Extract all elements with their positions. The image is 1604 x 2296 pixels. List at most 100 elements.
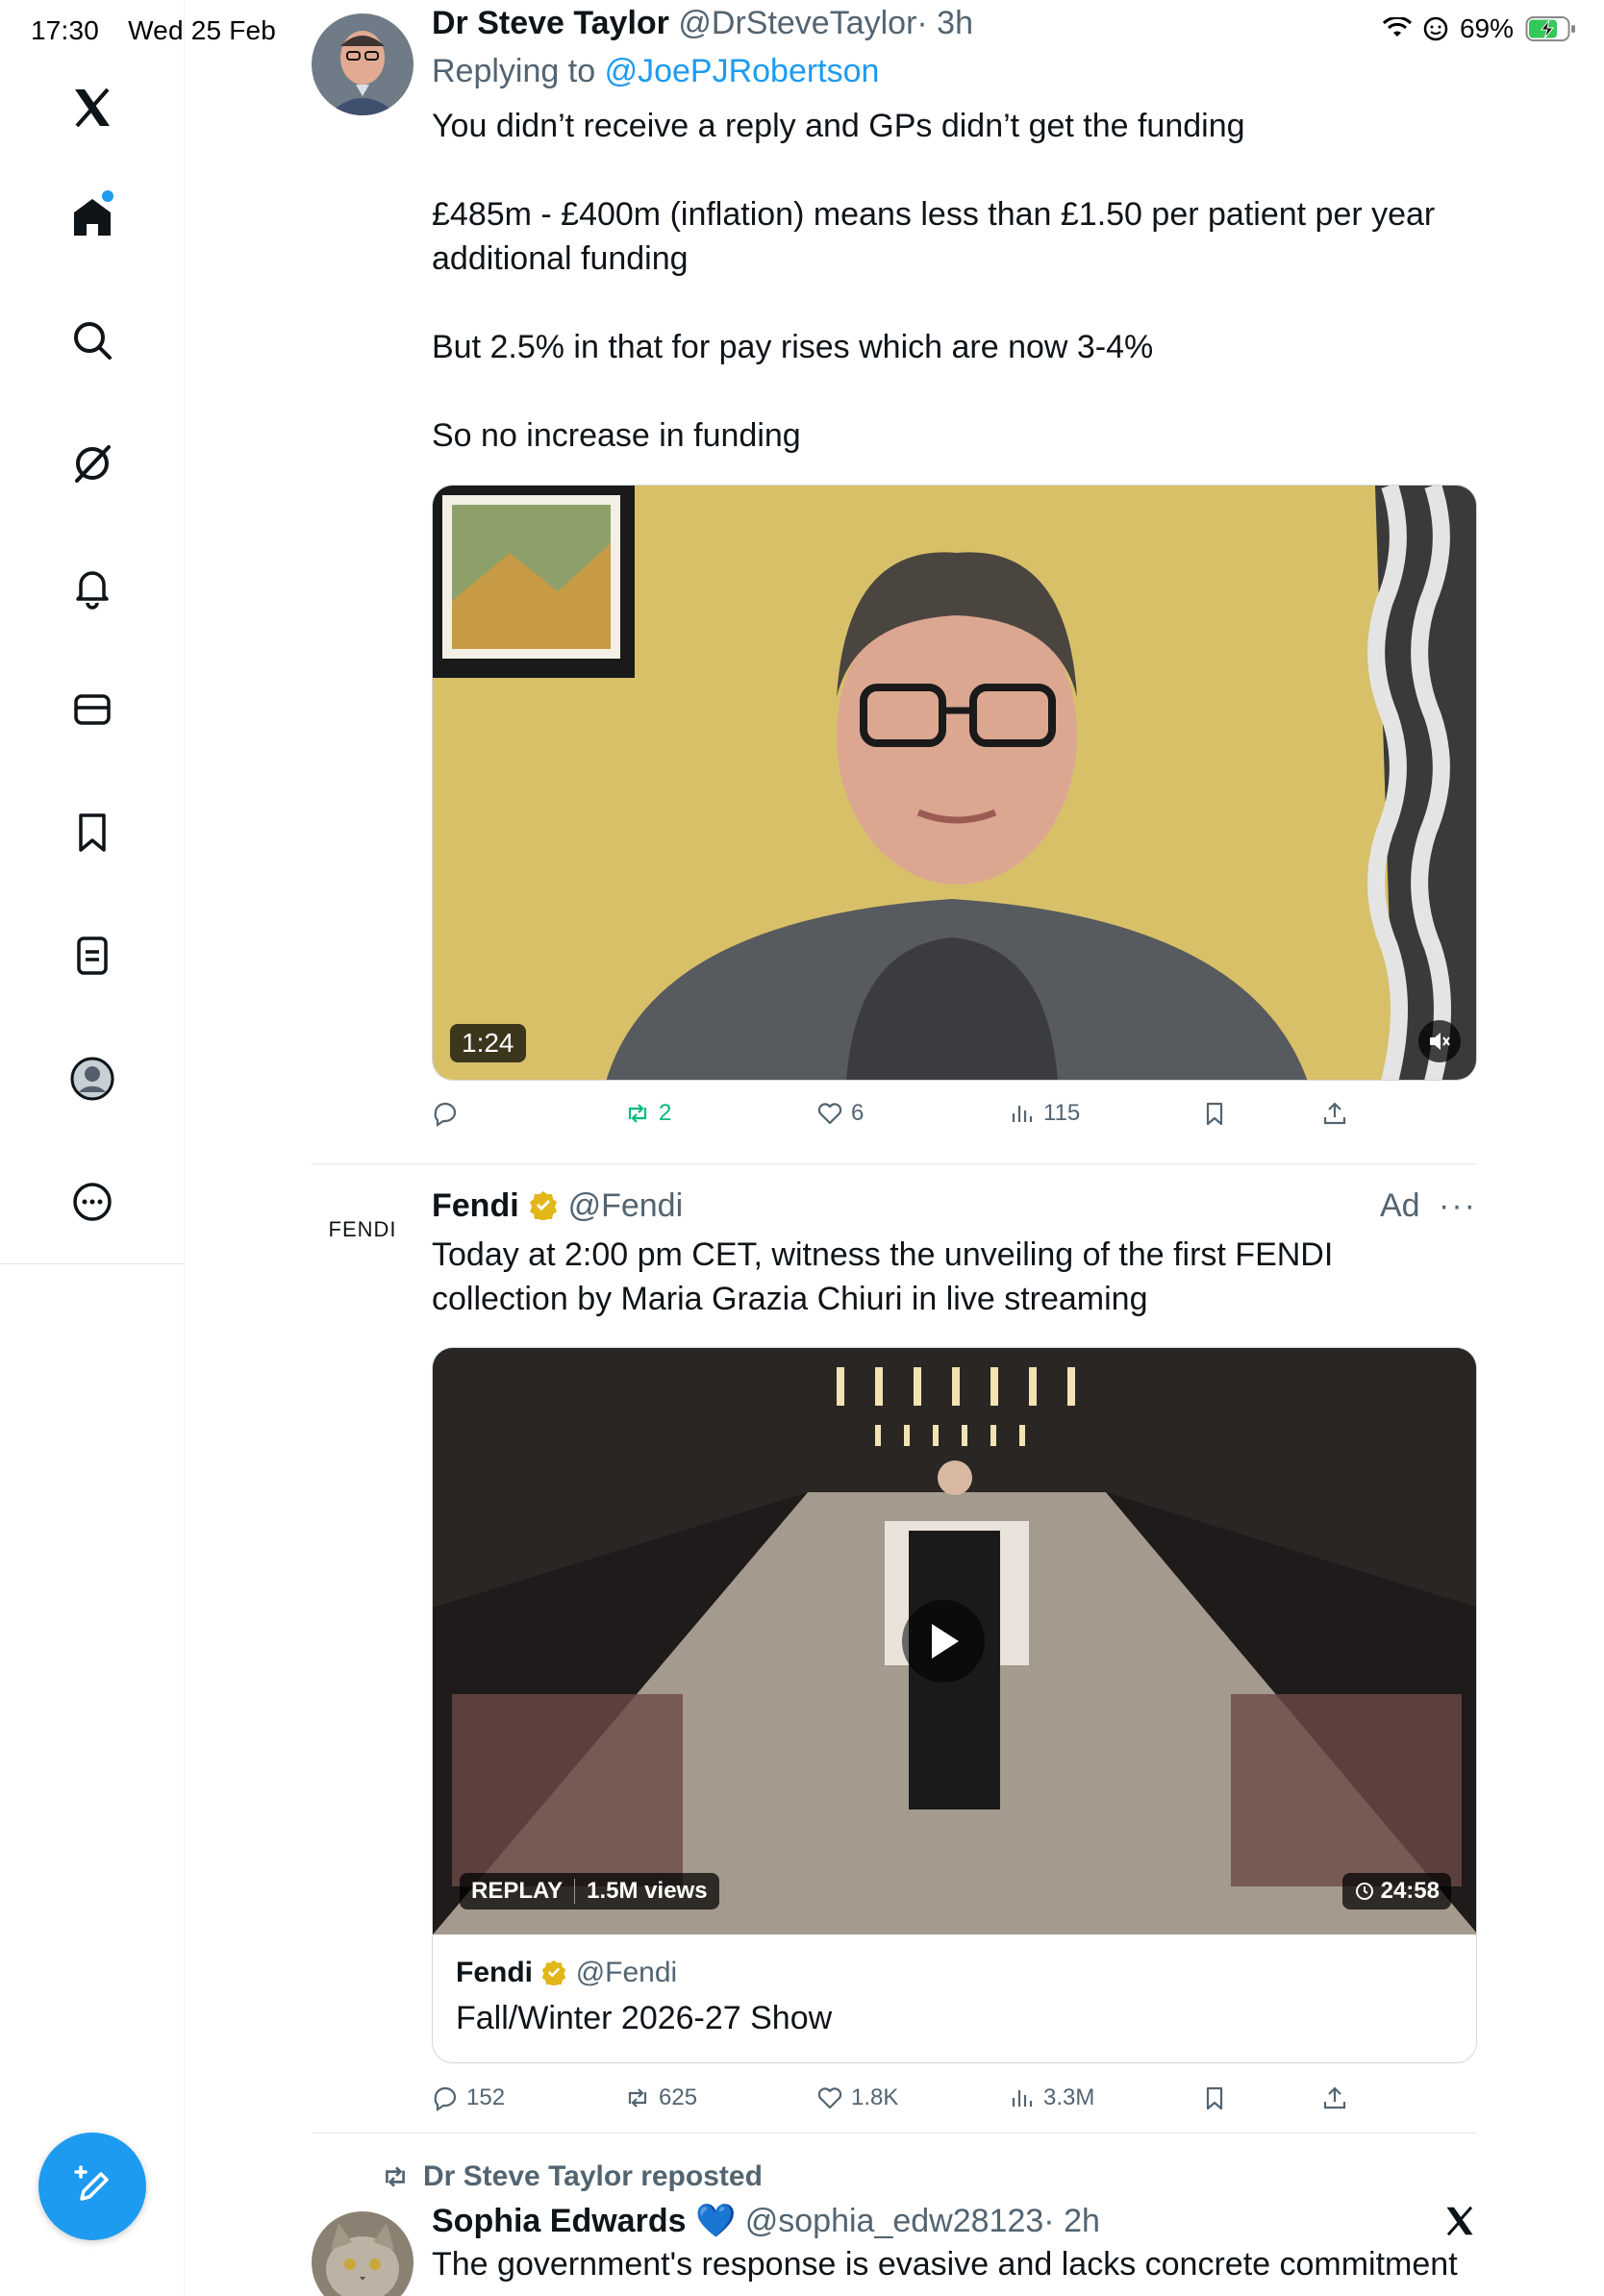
replay-badge: REPLAY 1.5M views (460, 1873, 719, 1909)
sidebar-item-lists[interactable] (54, 917, 131, 994)
replay-views: 1.5M views (587, 1878, 708, 1904)
sidebar-item-profile[interactable] (54, 1040, 131, 1117)
view-count: 3.3M (1043, 2084, 1095, 2110)
card-header: Fendi @Fendi (456, 1954, 1453, 1992)
tweet-text: The government's response is evasive and… (432, 2246, 1458, 2283)
tweet-text: You didn’t receive a reply and GPs didn’… (432, 104, 1477, 458)
avatar-photo (312, 13, 414, 115)
replying-prefix: Replying to (432, 53, 596, 89)
x-logo-icon[interactable] (54, 69, 131, 146)
sidebar-divider (0, 1263, 185, 1264)
replying-to-link[interactable]: @JoePJRobertson (605, 53, 880, 89)
search-icon (74, 322, 112, 360)
tweet-actions: 152 625 1.8K 3.3M (432, 2084, 1477, 2142)
compose-button[interactable] (38, 2133, 146, 2240)
profile-icon (70, 1057, 114, 1101)
tweet-paragraph: So no increase in funding (432, 417, 801, 454)
sidebar-item-home[interactable] (54, 179, 131, 256)
reply-button[interactable]: 152 (432, 2084, 505, 2111)
sidebar-item-bookmarks[interactable] (54, 794, 131, 871)
video-player[interactable]: REPLAY 1.5M views 24:58 (433, 1348, 1476, 1934)
tweet-time[interactable]: · 3h (916, 5, 973, 41)
repost-count: 625 (659, 2084, 698, 2110)
bookmark-icon (79, 813, 106, 852)
play-icon (932, 1624, 959, 1659)
card-footer[interactable]: Fendi @Fendi Fall/Winter 2026-27 Show (433, 1934, 1476, 2040)
bookmark-button[interactable] (1201, 2084, 1228, 2111)
bookmark-button[interactable] (1201, 1100, 1228, 1127)
reply-button[interactable] (432, 1100, 466, 1127)
author-handle[interactable]: @Fendi (568, 1187, 684, 1224)
view-count: 115 (1043, 1100, 1081, 1126)
tweet-paragraph: £485m - £400m (inflation) means less tha… (432, 196, 1436, 277)
bell-icon (76, 571, 109, 610)
like-count: 1.8K (851, 2084, 899, 2110)
lists-icon (77, 936, 108, 975)
more-icon (73, 1183, 112, 1221)
history-icon (1355, 1883, 1373, 1900)
reply-icon (434, 1102, 457, 1127)
sidebar-item-search[interactable] (54, 302, 131, 379)
sidebar (0, 0, 185, 2296)
video-thumbnail (433, 486, 1476, 1080)
bookmark-icon (1206, 1102, 1223, 1126)
replying-to: Replying to @JoePJRobertson (432, 50, 1477, 92)
heart-icon (817, 1103, 842, 1125)
share-icon (1323, 1102, 1346, 1125)
tweet-time[interactable]: · 2h (1043, 2203, 1100, 2239)
more-options-icon[interactable]: ··· (1439, 1187, 1477, 1224)
tweet-paragraph: But 2.5% in that for pay rises which are… (432, 329, 1154, 365)
repost-button[interactable]: 2 (624, 1100, 671, 1127)
heart-icon (817, 2087, 842, 2109)
avatar[interactable] (312, 13, 414, 115)
ad-label-group: Ad ··· (1380, 1185, 1477, 1227)
views-button[interactable]: 3.3M (1009, 2084, 1094, 2111)
sidebar-item-grok[interactable] (54, 425, 131, 502)
avatar[interactable]: FENDI (312, 1179, 414, 1281)
repost-count: 2 (659, 1100, 672, 1126)
verified-gold-icon (530, 1191, 558, 1220)
share-button[interactable] (1321, 2084, 1348, 2111)
sidebar-item-notifications[interactable] (54, 548, 131, 625)
play-button[interactable] (902, 1600, 985, 1683)
compose-icon (74, 2165, 109, 2201)
mute-button[interactable] (1418, 1020, 1461, 1062)
sidebar-item-more[interactable] (54, 1163, 131, 1240)
views-button[interactable]: 115 (1009, 1100, 1080, 1127)
repost-label[interactable]: Dr Steve Taylor reposted (423, 2158, 763, 2196)
battery-charging-icon (1525, 16, 1575, 41)
duration-badge: 24:58 (1341, 1873, 1451, 1909)
repost-icon (628, 1104, 647, 1123)
card-title: Fall/Winter 2026-27 Show (456, 2000, 833, 2036)
reply-icon (434, 2086, 457, 2111)
like-count: 6 (851, 1100, 865, 1126)
author-handle[interactable]: @sophia_edw28123 (745, 2203, 1044, 2239)
author-name[interactable]: Sophia Edwards (432, 2203, 687, 2239)
video-duration: 24:58 (1380, 1878, 1440, 1904)
like-button[interactable]: 1.8K (816, 2084, 898, 2111)
repost-button[interactable]: 625 (624, 2084, 697, 2111)
tweet-text: Today at 2:00 pm CET, witness the unveil… (432, 1236, 1334, 1317)
replay-label: REPLAY (471, 1878, 564, 1904)
mail-icon (74, 694, 111, 725)
author-name[interactable]: Dr Steve Taylor (432, 5, 669, 41)
author-name[interactable]: Fendi (432, 1187, 519, 1224)
verified-gold-icon (542, 1959, 566, 1985)
video-player[interactable]: 1:24 (432, 485, 1477, 1081)
like-button[interactable]: 6 (816, 1100, 864, 1127)
reply-count: 152 (466, 2084, 506, 2110)
card-handle: @Fendi (575, 1957, 678, 1988)
author-handle[interactable]: @DrSteveTaylor (678, 5, 916, 41)
notification-dot (102, 190, 113, 202)
promoted-video-card[interactable]: REPLAY 1.5M views 24:58 Fendi @Fendi Fal… (432, 1347, 1477, 2063)
x-logo-icon (1446, 2206, 1473, 2236)
avatar[interactable] (312, 2211, 414, 2296)
share-icon (1323, 2086, 1346, 2109)
sidebar-item-messages[interactable] (54, 671, 131, 748)
tweet-divider (312, 2133, 1477, 2134)
repost-icon (386, 2166, 405, 2187)
tweet-header: Sophia Edwards 💙 @sophia_edw28123· 2h (432, 2200, 1477, 2242)
video-duration: 1:24 (450, 1024, 526, 1062)
share-button[interactable] (1321, 1100, 1348, 1127)
tweet-actions: 2 6 115 (432, 1100, 1477, 1158)
